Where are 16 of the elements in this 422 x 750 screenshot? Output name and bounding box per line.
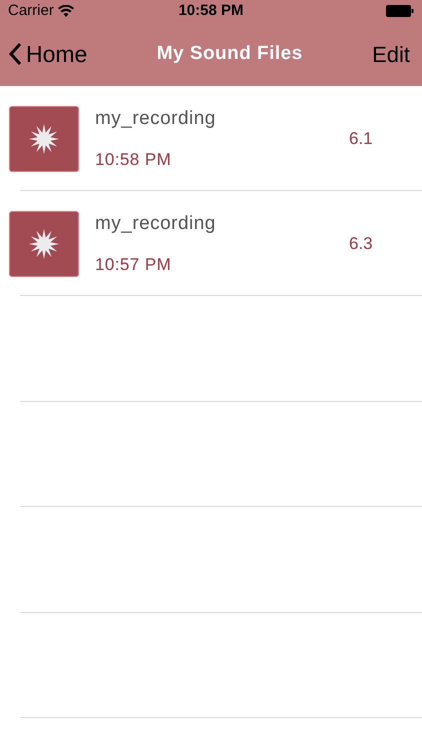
file-time: 10:57 PM (95, 254, 172, 276)
edit-button[interactable]: Edit (372, 38, 414, 70)
file-row[interactable]: my_recording 10:58 PM 6.1 (0, 86, 422, 191)
nav-title: My Sound Files (156, 42, 303, 66)
carrier-label: Carrier (8, 0, 54, 21)
file-value: 6.3 (349, 232, 373, 255)
back-button[interactable]: Home (8, 36, 88, 72)
file-name: my_recording (95, 212, 217, 236)
wifi-icon (58, 5, 74, 17)
status-time: 10:58 PM (178, 0, 244, 21)
chevron-left-icon (8, 42, 22, 66)
file-name: my_recording (95, 106, 217, 130)
file-time: 10:58 PM (95, 149, 172, 171)
battery-icon (386, 5, 414, 17)
file-value: 6.1 (349, 128, 373, 150)
file-row[interactable]: my_recording 10:57 PM 6.3 (0, 191, 422, 296)
